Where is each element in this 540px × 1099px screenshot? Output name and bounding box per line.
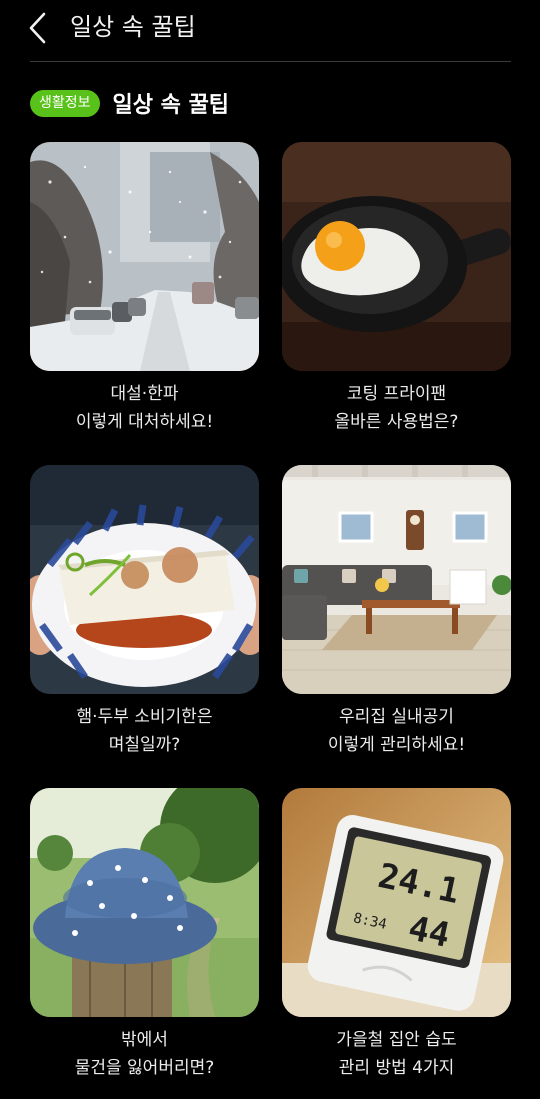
caption-line-2: 이렇게 대처하세요! [75, 412, 214, 432]
caption-line-1: 코팅 프라이팬 [346, 384, 447, 404]
tip-card-tofu[interactable]: 햄·두부 소비기한은 며칠일까? [30, 465, 259, 765]
tip-card-caption: 우리집 실내공기 이렇게 관리하세요! [282, 703, 511, 759]
chevron-left-icon [29, 12, 46, 44]
caption-line-2: 관리 방법 4가지 [338, 1058, 455, 1078]
caption-line-2: 며칠일까? [108, 735, 181, 755]
tip-card-indoor-air[interactable]: 우리집 실내공기 이렇게 관리하세요! [282, 465, 511, 765]
tip-card-lost-items[interactable]: 밖에서 물건을 잃어버리면? [30, 788, 259, 1088]
hygrometer-image: 24.1 8:34 44 [282, 788, 511, 1017]
category-badge: 생활정보 [30, 89, 100, 117]
tofu-bowl-image [30, 465, 259, 694]
tip-card-caption: 대설·한파 이렇게 대처하세요! [30, 380, 259, 436]
app-bar: 일상 속 꿀팁 [0, 0, 540, 62]
living-room-image [282, 465, 511, 694]
tip-card-caption: 밖에서 물건을 잃어버리면? [30, 1026, 259, 1082]
tip-card-caption: 가을철 집안 습도 관리 방법 4가지 [282, 1026, 511, 1082]
hat-on-post-image [30, 788, 259, 1017]
tip-card-humidity[interactable]: 24.1 8:34 44 가을철 집안 습도 관리 방법 4가지 [282, 788, 511, 1088]
tip-card-caption: 햄·두부 소비기한은 며칠일까? [30, 703, 259, 759]
tip-card-frying-pan[interactable]: 코팅 프라이팬 올바른 사용법은? [282, 142, 511, 442]
caption-line-1: 우리집 실내공기 [339, 707, 454, 727]
tip-card-caption: 코팅 프라이팬 올바른 사용법은? [282, 380, 511, 436]
caption-line-1: 밖에서 [121, 1030, 168, 1050]
tip-card-snow[interactable]: 대설·한파 이렇게 대처하세요! [30, 142, 259, 442]
caption-line-1: 대설·한파 [110, 384, 179, 404]
caption-line-2: 올바른 사용법은? [334, 412, 459, 432]
section-header: 생활정보 일상 속 꿀팁 [30, 88, 229, 118]
caption-line-2: 물건을 잃어버리면? [74, 1058, 215, 1078]
caption-line-1: 가을철 집안 습도 [336, 1030, 457, 1050]
back-button[interactable] [24, 10, 56, 46]
section-title: 일상 속 꿀팁 [112, 93, 230, 118]
page-title: 일상 속 꿀팁 [70, 13, 196, 41]
thermo-humidity: 44 [405, 908, 453, 956]
frying-pan-image [282, 142, 511, 371]
caption-line-2: 이렇게 관리하세요! [327, 735, 466, 755]
snowy-street-image [30, 142, 259, 371]
caption-line-1: 햄·두부 소비기한은 [76, 707, 213, 727]
header-divider [30, 61, 511, 62]
